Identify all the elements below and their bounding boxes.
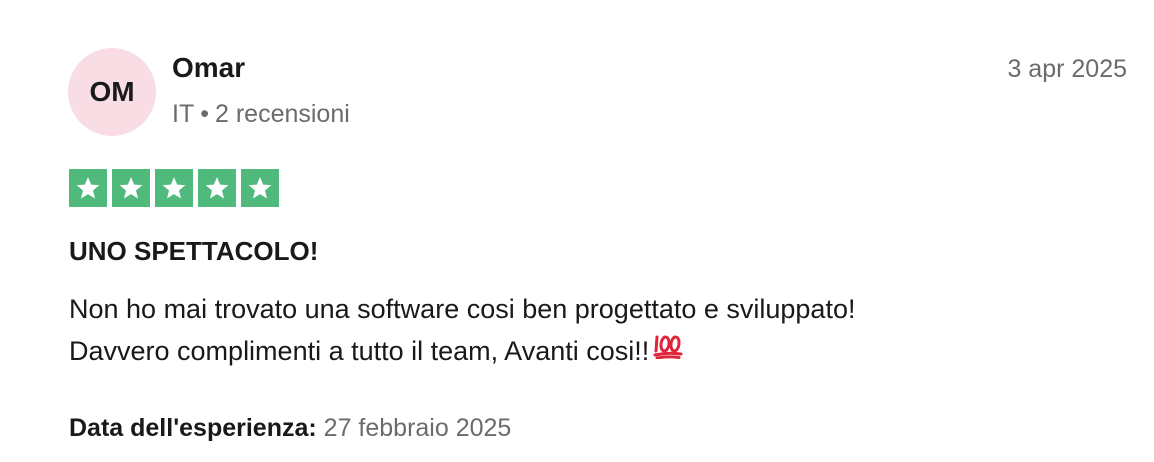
star-icon	[155, 169, 193, 207]
experience-label: Data dell'esperienza:	[69, 414, 317, 442]
star-icon	[112, 169, 150, 207]
reviewer-meta: IT • 2 recensioni	[172, 100, 350, 129]
reviewer-country: IT	[172, 100, 195, 128]
reviewer-reviews-count: 2 recensioni	[214, 100, 350, 128]
star-icon	[69, 169, 107, 207]
avatar[interactable]: OM	[68, 48, 156, 136]
review-body-line-text: Davvero complimenti a tutto il team, Ava…	[69, 336, 650, 366]
reviewer-name[interactable]: Omar	[172, 52, 245, 84]
star-rating	[69, 169, 279, 207]
experience-value: 27 febbraio 2025	[323, 414, 512, 442]
star-icon	[241, 169, 279, 207]
review-title[interactable]: UNO SPETTACOLO!	[69, 236, 318, 267]
review-date: 3 apr 2025	[1007, 55, 1127, 83]
star-icon	[198, 169, 236, 207]
review-body: Non ho mai trovato una software cosi ben…	[69, 288, 1129, 374]
experience-date: Data dell'esperienza: 27 febbraio 2025	[69, 414, 511, 443]
review-body-line-2: Davvero complimenti a tutto il team, Ava…	[69, 330, 1129, 374]
hundred-points-icon	[653, 329, 683, 371]
meta-separator: •	[200, 100, 209, 128]
review-body-line: Non ho mai trovato una software cosi ben…	[69, 294, 856, 324]
